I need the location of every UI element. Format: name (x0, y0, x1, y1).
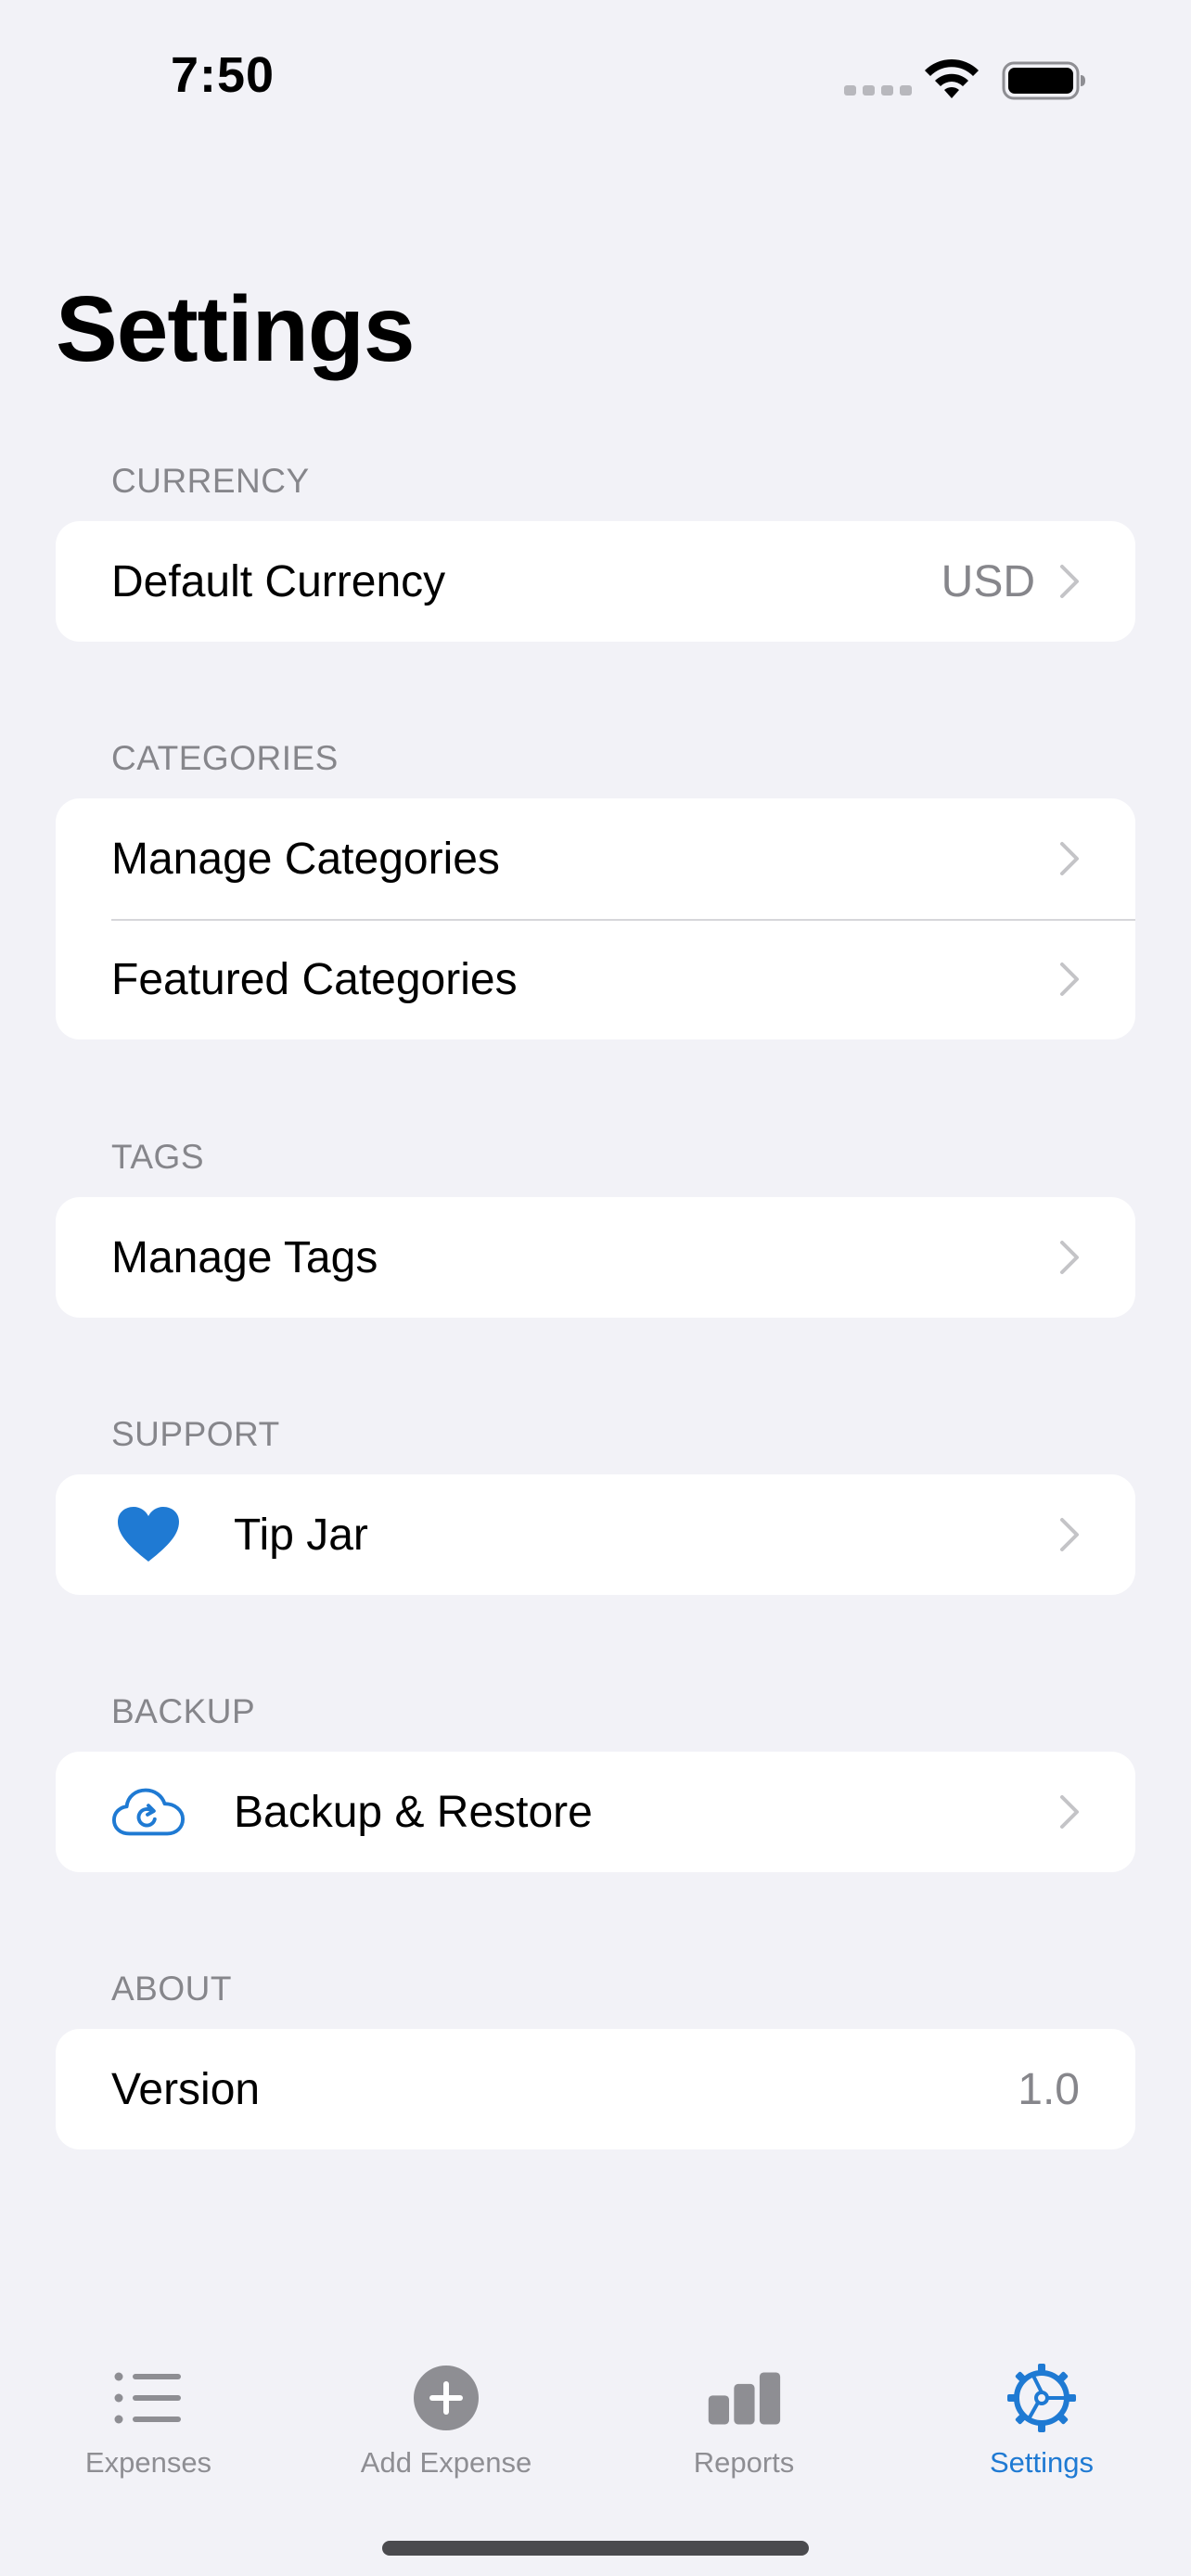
tab-reports[interactable]: Reports (623, 2337, 864, 2485)
status-bar: 7:50 (0, 0, 1191, 158)
featured-categories-label: Featured Categories (111, 954, 518, 1004)
section-header-support: SUPPORT (111, 1415, 280, 1453)
tab-label: Reports (693, 2446, 795, 2479)
backup-restore-row[interactable]: Backup & Restore (56, 1752, 1135, 1872)
default-currency-row[interactable]: Default Currency USD (56, 521, 1135, 642)
version-value: 1.0 (1018, 2064, 1080, 2114)
manage-categories-row[interactable]: Manage Categories (56, 798, 1135, 919)
about-card: Version 1.0 (56, 2029, 1135, 2149)
heart-icon (111, 1502, 186, 1567)
battery-icon (1002, 61, 1085, 100)
tags-card: Manage Tags (56, 1197, 1135, 1318)
section-header-categories: CATEGORIES (111, 739, 339, 777)
tip-jar-label: Tip Jar (234, 1510, 368, 1560)
backup-card: Backup & Restore (56, 1752, 1135, 1872)
status-time: 7:50 (171, 47, 275, 103)
section-header-backup: BACKUP (111, 1692, 256, 1730)
version-row: Version 1.0 (56, 2029, 1135, 2149)
tab-label: Settings (989, 2446, 1094, 2479)
cloud-sync-icon (111, 1779, 186, 1844)
default-currency-label: Default Currency (111, 556, 446, 606)
tab-settings[interactable]: Settings (921, 2337, 1162, 2485)
gear-icon (1005, 2361, 1079, 2435)
tab-add-expense[interactable]: Add Expense (326, 2337, 567, 2485)
tab-label: Expenses (84, 2446, 212, 2479)
home-indicator (382, 2541, 809, 2556)
support-card: Tip Jar (56, 1474, 1135, 1595)
tab-label: Add Expense (360, 2446, 532, 2479)
chevron-right-icon (1060, 1795, 1079, 1829)
chevron-right-icon (1060, 963, 1079, 996)
tab-expenses[interactable]: Expenses (28, 2337, 269, 2485)
manage-categories-label: Manage Categories (111, 834, 500, 884)
cellular-signal-icon (844, 85, 912, 96)
chevron-right-icon (1060, 842, 1079, 875)
chevron-right-icon (1060, 1518, 1079, 1551)
page-title: Settings (56, 277, 415, 381)
tip-jar-row[interactable]: Tip Jar (56, 1474, 1135, 1595)
backup-restore-label: Backup & Restore (234, 1787, 593, 1837)
default-currency-value: USD (941, 556, 1035, 606)
chevron-right-icon (1060, 1241, 1079, 1274)
bar-chart-icon (707, 2361, 781, 2435)
section-header-about: ABOUT (111, 1970, 232, 2008)
categories-card: Manage Categories Featured Categories (56, 798, 1135, 1039)
manage-tags-row[interactable]: Manage Tags (56, 1197, 1135, 1318)
currency-card: Default Currency USD (56, 521, 1135, 642)
chevron-right-icon (1060, 565, 1079, 598)
featured-categories-row[interactable]: Featured Categories (56, 919, 1135, 1039)
section-header-tags: TAGS (111, 1138, 204, 1176)
manage-tags-label: Manage Tags (111, 1232, 378, 1282)
section-header-currency: CURRENCY (111, 462, 310, 500)
wifi-icon (925, 58, 979, 98)
plus-circle-icon (409, 2361, 483, 2435)
version-label: Version (111, 2064, 261, 2114)
list-icon (111, 2361, 186, 2435)
